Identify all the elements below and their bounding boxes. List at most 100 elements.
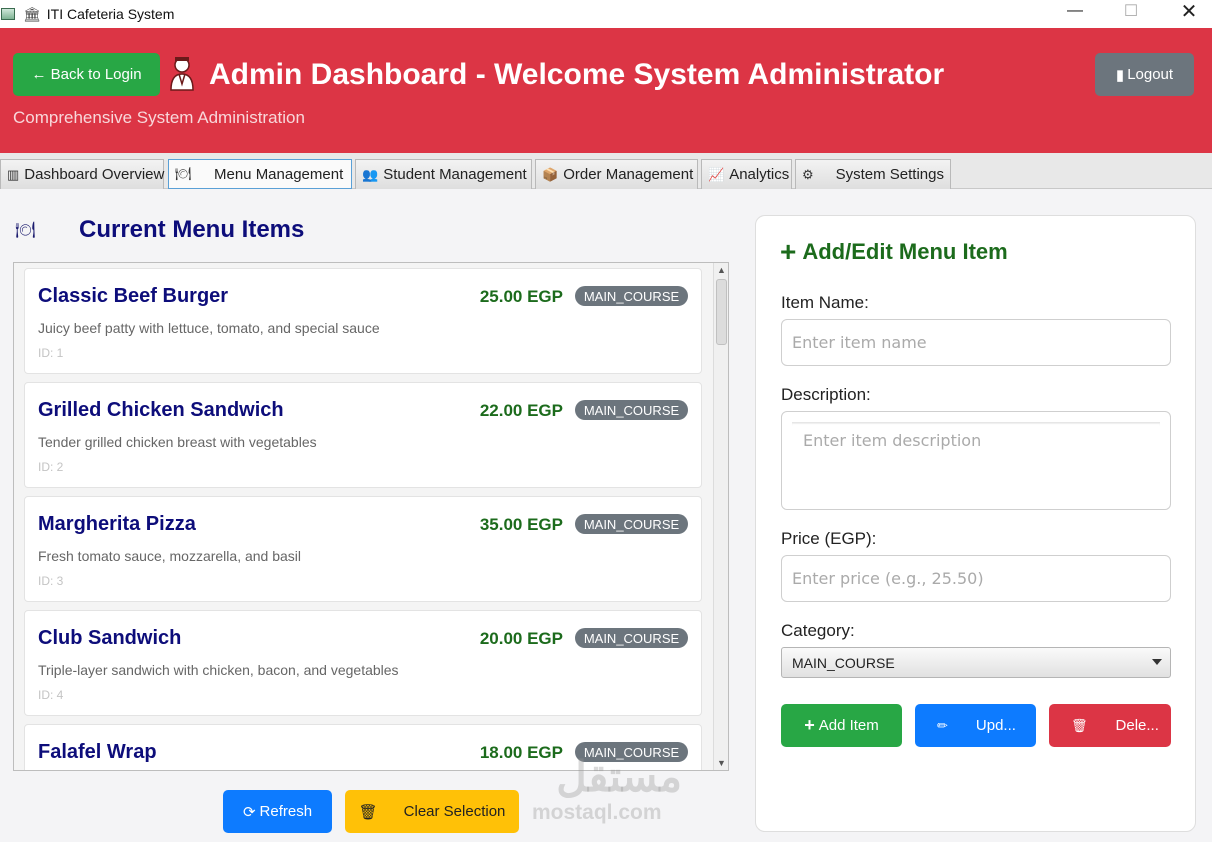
item-id: ID: 2 [38,460,64,474]
watermark-arabic: مستقل [556,753,682,800]
item-price: 22.00 EGP [479,401,563,420]
pencil-icon: ✏ [937,717,948,733]
logout-button[interactable]: ▮ Logout [1095,53,1194,96]
category-select[interactable]: MAIN_COURSE [781,647,1171,678]
tab-order-management[interactable]: 📦 Order Management [535,159,698,189]
chevron-down-icon [1152,659,1162,665]
scroll-up-icon[interactable]: ▲ [714,265,728,275]
textarea-edge [792,422,1160,426]
clear-selection-button[interactable]: 🗑 Clear Selection [345,790,519,833]
app-icon [1,8,15,20]
tab-label: System Settings [835,166,944,183]
door-icon: ▮ [1115,66,1125,84]
scroll-thumb[interactable] [716,279,727,345]
category-label: Category: [781,621,855,640]
refresh-label: Refresh [259,803,313,820]
update-item-button[interactable]: ✏ Upd... [915,704,1036,747]
price-label: Price (EGP): [781,529,877,548]
maximize-button[interactable]: ☐ [1108,0,1154,22]
building-icon: 🏛 [23,5,41,22]
users-icon: 👥 [362,166,379,182]
plate-icon: 🍽 [15,222,36,239]
tab-label: Order Management [563,166,694,183]
page-subtitle: Comprehensive System Administration [13,108,305,127]
item-name: Club Sandwich [38,627,182,649]
item-id: ID: 1 [38,346,64,360]
item-price: 35.00 EGP [479,515,563,534]
item-name: Falafel Wrap [38,741,157,763]
item-name: Classic Beef Burger [38,285,229,307]
tab-student-management[interactable]: 👥 Student Management [355,159,532,189]
watermark-latin: mostaql.com [532,801,662,824]
window-titlebar: 🏛 ITI Cafeteria System — ☐ ✕ [0,0,1212,28]
category-badge: MAIN_COURSE [575,514,688,534]
item-description: Tender grilled chicken breast with veget… [38,434,317,450]
item-name: Margherita Pizza [38,513,196,535]
add-item-button[interactable]: + Add Item [781,704,902,747]
category-badge: MAIN_COURSE [575,400,688,420]
price-field[interactable]: Enter price (e.g., 25.50) [781,555,1171,602]
tab-label: Menu Management [214,165,344,183]
scroll-down-icon[interactable]: ▼ [714,758,728,768]
tab-analytics[interactable]: 📈 Analytics [701,159,792,189]
list-scrollbar[interactable]: ▲ ▼ [713,263,728,770]
gear-icon: ⚙ [802,166,814,182]
plus-icon: + [804,715,815,735]
admin-user-icon [170,57,194,91]
close-button[interactable]: ✕ [1166,0,1212,23]
line-chart-icon: 📈 [708,166,725,182]
dashboard-header: ← Back to Login Admin Dashboard - Welcom… [0,28,1212,153]
list-item[interactable]: Grilled Chicken Sandwich 22.00 EGP MAIN_… [24,382,702,488]
refresh-icon: ⟳ [242,803,256,821]
item-description: Fresh tomato sauce, mozzarella, and basi… [38,548,302,564]
watermark: مستقل mostaql.com [532,752,682,825]
item-price: 20.00 EGP [479,629,563,648]
minimize-button[interactable]: — [1052,0,1098,22]
trash-icon: 🗑 [358,803,378,821]
package-icon: 📦 [542,166,559,182]
tab-label: Analytics [729,166,790,183]
window-title: ITI Cafeteria System [46,6,175,22]
description-field[interactable]: Enter item description [781,411,1171,510]
list-item[interactable]: Club Sandwich 20.00 EGP MAIN_COURSE Trip… [24,610,702,716]
plate-icon: 🍽 [175,166,192,181]
clear-label: Clear Selection [403,803,506,820]
tab-menu-management[interactable]: 🍽 Menu Management [168,159,352,189]
refresh-button[interactable]: ⟳ Refresh [223,790,332,833]
tab-system-settings[interactable]: ⚙ System Settings [795,159,951,189]
menu-list-title: Current Menu Items [79,216,305,243]
delete-label: Dele... [1115,717,1159,734]
description-placeholder: Enter item description [803,431,982,450]
update-label: Upd... [975,717,1016,734]
form-heading: + Add/Edit Menu Item [780,238,1008,266]
item-id: ID: 3 [38,574,64,588]
add-item-label: Add Item [818,717,879,734]
tab-bar: ▥ Dashboard Overview 🍽 Menu Management 👥… [0,153,1212,189]
logout-label: Logout [1127,66,1174,83]
item-name: Grilled Chicken Sandwich [38,399,284,421]
list-item[interactable]: Classic Beef Burger 25.00 EGP MAIN_COURS… [24,268,702,374]
tab-label: Student Management [383,166,527,183]
delete-item-button[interactable]: 🗑 Dele... [1049,704,1171,747]
trash-icon: 🗑 [1071,717,1088,733]
plus-icon: + [780,236,797,267]
back-to-login-button[interactable]: ← Back to Login [13,53,160,96]
category-value: MAIN_COURSE [792,654,895,671]
menu-item-form: + Add/Edit Menu Item Item Name: Enter it… [755,215,1196,832]
description-label: Description: [781,385,871,404]
item-description: Triple-layer sandwich with chicken, baco… [38,662,399,678]
form-title: Add/Edit Menu Item [802,239,1008,264]
tab-label: Dashboard Overview [24,166,165,183]
list-item[interactable]: Margherita Pizza 35.00 EGP MAIN_COURSE F… [24,496,702,602]
bar-chart-icon: ▥ [7,166,20,182]
category-badge: MAIN_COURSE [575,286,688,306]
tab-dashboard-overview[interactable]: ▥ Dashboard Overview [0,159,164,189]
menu-items-list[interactable]: Classic Beef Burger 25.00 EGP MAIN_COURS… [13,262,729,771]
item-description: Juicy beef patty with lettuce, tomato, a… [38,320,380,336]
item-name-label: Item Name: [781,293,869,312]
menu-list-heading: 🍽 Current Menu Items [15,216,304,244]
item-name-field[interactable]: Enter item name [781,319,1171,366]
page-title: Admin Dashboard - Welcome System Adminis… [209,58,945,91]
item-price: 25.00 EGP [479,287,563,306]
category-badge: MAIN_COURSE [575,628,688,648]
